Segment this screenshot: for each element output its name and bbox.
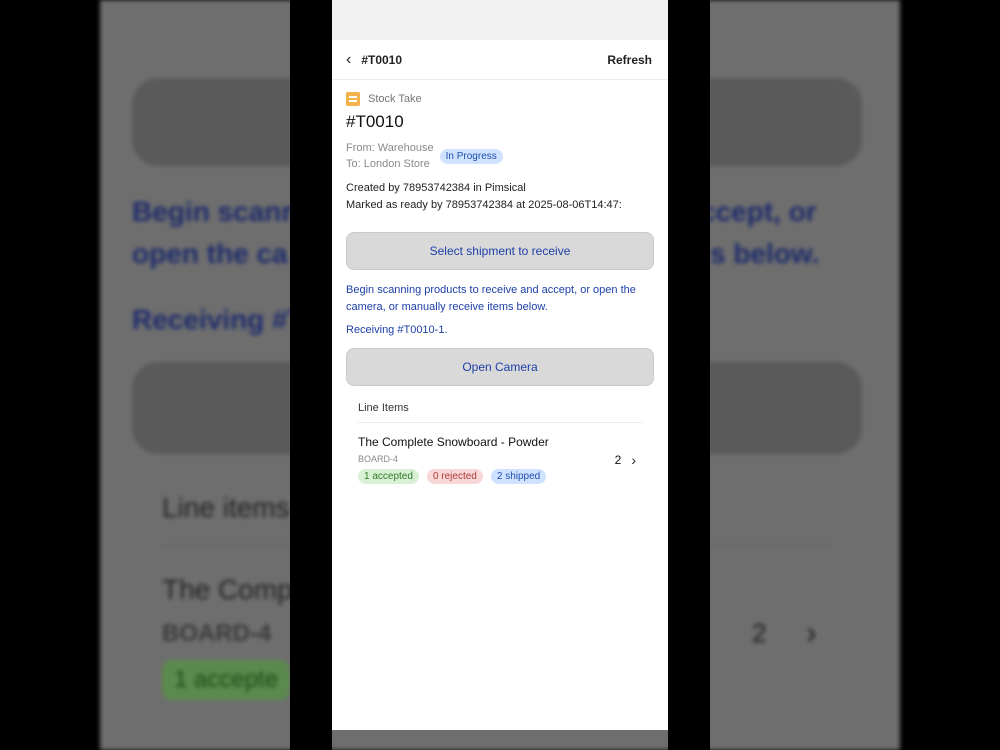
select-shipment-button[interactable]: Select shipment to receive <box>346 232 654 270</box>
receiving-label: Receiving #T0010-1. <box>346 324 448 336</box>
refresh-button[interactable]: Refresh <box>607 53 652 67</box>
bg-sku: BOARD-4 <box>162 620 272 647</box>
nav-bar: ‹ #T0010 Refresh <box>332 40 668 80</box>
bg-instruction-left-2: open the ca <box>132 238 288 269</box>
dark-band-left <box>290 0 332 750</box>
route-from: From: Warehouse <box>346 142 434 154</box>
route-lines: From: Warehouse To: London Store <box>346 140 434 172</box>
scan-instruction: Begin scanning products to receive and a… <box>346 284 636 313</box>
created-by: Created by 78953742384 in Pimsical <box>346 182 526 194</box>
line-item-right: 2 › <box>615 452 642 468</box>
video-frame: Begin scann ccept, or open the ca s belo… <box>0 0 1000 750</box>
meta-block: Created by 78953742384 in Pimsical Marke… <box>346 180 654 214</box>
transfer-type-label: Stock Take <box>368 93 422 105</box>
line-item-row[interactable]: The Complete Snowboard - Powder BOARD-4 … <box>358 423 642 484</box>
product-name: The Complete Snowboard - Powder <box>358 435 549 449</box>
nav-left: ‹ #T0010 <box>346 51 403 68</box>
route-block: From: Warehouse To: London Store In Prog… <box>346 140 654 172</box>
bg-line-items-header: Line items <box>162 492 290 523</box>
status-bar <box>332 0 668 40</box>
chevron-right-icon[interactable]: › <box>631 452 636 468</box>
bg-accepted-badge: 1 accepte <box>162 660 291 700</box>
bg-receiving: Receiving #T <box>132 304 305 335</box>
rejected-badge: 0 rejected <box>426 469 483 484</box>
bg-chevron-icon: › <box>806 614 817 650</box>
clipboard-icon <box>346 92 360 106</box>
accepted-badge: 1 accepted <box>358 469 419 484</box>
transfer-detail: Stock Take #T0010 From: Warehouse To: Lo… <box>332 80 668 484</box>
line-item-quantity: 2 <box>614 452 622 467</box>
line-item-badges: 1 accepted 0 rejected 2 shipped <box>358 469 549 484</box>
back-icon[interactable]: ‹ <box>346 51 351 68</box>
line-item-info: The Complete Snowboard - Powder BOARD-4 … <box>358 435 549 484</box>
phone-screen: ‹ #T0010 Refresh Stock Take #T0010 From:… <box>332 0 668 730</box>
transfer-type: Stock Take <box>346 92 654 106</box>
status-badge: In Progress <box>439 148 503 164</box>
marked-ready: Marked as ready by 78953742384 at 2025-0… <box>346 199 622 211</box>
bg-product-name: The Comp <box>162 574 293 605</box>
bg-instruction-right-1: ccept, or <box>700 196 817 227</box>
dark-band-right <box>668 0 710 750</box>
open-camera-button[interactable]: Open Camera <box>346 348 654 386</box>
product-sku: BOARD-4 <box>358 454 399 464</box>
line-items-card: Line Items The Complete Snowboard - Powd… <box>346 396 654 484</box>
bg-quantity: 2 <box>752 618 767 648</box>
shipped-badge: 2 shipped <box>490 469 547 484</box>
line-items-header: Line Items <box>358 396 642 423</box>
nav-title: #T0010 <box>361 52 403 67</box>
bg-instruction-left-1: Begin scann <box>132 196 299 227</box>
bg-instruction-right-2: s below. <box>710 238 820 269</box>
route-to: To: London Store <box>346 158 430 170</box>
order-id: #T0010 <box>346 112 404 131</box>
